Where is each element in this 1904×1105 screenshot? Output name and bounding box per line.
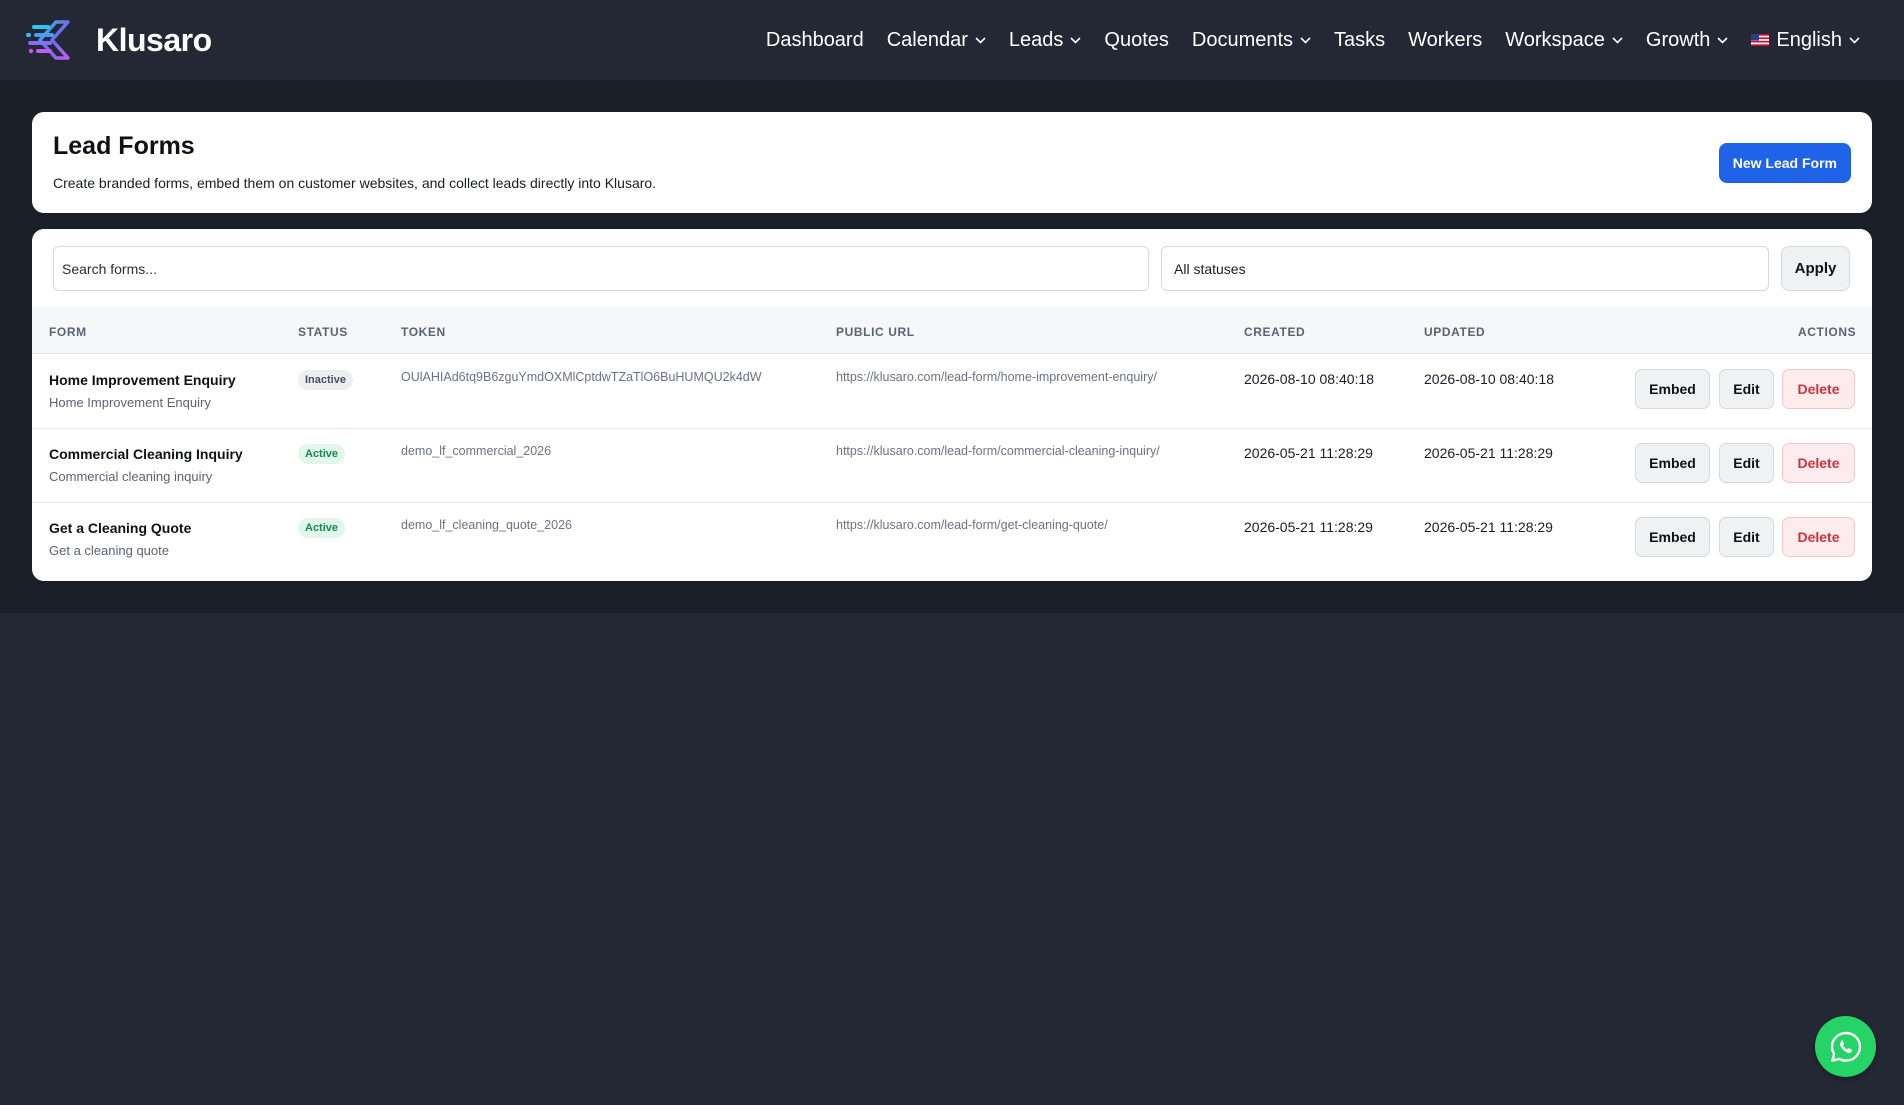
page-title: Lead Forms bbox=[53, 132, 195, 160]
status-filter-value: All statuses bbox=[1174, 260, 1246, 277]
form-subtitle: Commercial cleaning inquiry bbox=[49, 469, 213, 484]
nav-item-label: Dashboard bbox=[765, 28, 864, 51]
status-badge: Active bbox=[298, 518, 346, 538]
nav-item-label: Calendar bbox=[886, 28, 968, 51]
nav-item-label: Growth bbox=[1645, 28, 1711, 51]
column-header-token: TOKEN bbox=[401, 325, 446, 339]
public-url-link[interactable]: https://klusaro.com/lead-form/get-cleani… bbox=[836, 518, 1108, 532]
embed-button[interactable]: Embed bbox=[1635, 443, 1710, 483]
chevron-down-icon bbox=[1849, 36, 1860, 44]
nav-item-workers[interactable]: Workers bbox=[1408, 29, 1482, 52]
main-nav: Dashboard Calendar Leads Quotes Document… bbox=[766, 0, 1860, 80]
form-name: Commercial Cleaning Inquiry bbox=[49, 446, 243, 462]
status-filter-select[interactable]: All statuses bbox=[1161, 246, 1769, 291]
chevron-down-icon bbox=[1612, 36, 1623, 44]
status-badge: Active bbox=[298, 444, 346, 464]
column-header-actions: ACTIONS bbox=[1798, 325, 1857, 339]
nav-item-workspace[interactable]: Workspace bbox=[1505, 29, 1623, 52]
brand-logo[interactable]: Klusaro bbox=[26, 18, 212, 62]
delete-button[interactable]: Delete bbox=[1782, 443, 1855, 483]
column-header-created: CREATED bbox=[1244, 325, 1306, 339]
us-flag-icon bbox=[1751, 34, 1770, 46]
embed-button[interactable]: Embed bbox=[1635, 369, 1710, 409]
delete-button[interactable]: Delete bbox=[1782, 517, 1855, 557]
form-token: OUlAHIAd6tq9B6zguYmdOXMlCptdwTZaTlO6BuHU… bbox=[401, 370, 762, 384]
nav-item-growth[interactable]: Growth bbox=[1646, 29, 1728, 52]
column-header-updated: UPDATED bbox=[1424, 325, 1486, 339]
nav-item-label: Workspace bbox=[1505, 28, 1605, 51]
form-subtitle: Get a cleaning quote bbox=[49, 543, 169, 558]
nav-item-calendar[interactable]: Calendar bbox=[887, 29, 986, 52]
edit-button[interactable]: Edit bbox=[1719, 517, 1774, 557]
page-header-card: Lead Forms Create branded forms, embed t… bbox=[32, 112, 1872, 213]
whatsapp-chat-button[interactable] bbox=[1815, 1016, 1876, 1077]
language-selector[interactable]: English bbox=[1751, 29, 1860, 52]
created-date: 2026-05-21 11:28:29 bbox=[1244, 519, 1373, 535]
nav-item-tasks[interactable]: Tasks bbox=[1334, 29, 1385, 52]
language-label: English bbox=[1776, 28, 1842, 51]
form-subtitle: Home Improvement Enquiry bbox=[49, 395, 211, 410]
created-date: 2026-08-10 08:40:18 bbox=[1244, 371, 1374, 387]
public-url-link[interactable]: https://klusaro.com/lead-form/commercial… bbox=[836, 444, 1160, 458]
column-header-public-url: PUBLIC URL bbox=[836, 325, 915, 339]
delete-button[interactable]: Delete bbox=[1782, 369, 1855, 409]
table-row: Get a Cleaning Quote Get a cleaning quot… bbox=[32, 503, 1872, 577]
table-row: Home Improvement Enquiry Home Improvemen… bbox=[32, 355, 1872, 429]
klusaro-logo-icon bbox=[26, 20, 70, 60]
chevron-down-icon bbox=[1300, 36, 1311, 44]
form-token: demo_lf_cleaning_quote_2026 bbox=[401, 518, 572, 532]
nav-item-documents[interactable]: Documents bbox=[1192, 29, 1311, 52]
nav-item-label: Documents bbox=[1191, 28, 1294, 51]
column-header-form: FORM bbox=[49, 325, 87, 339]
table-header: FORM STATUS TOKEN PUBLIC URL CREATED UPD… bbox=[32, 307, 1872, 354]
new-lead-form-button[interactable]: New Lead Form bbox=[1718, 143, 1851, 183]
apply-button[interactable]: Apply bbox=[1781, 246, 1850, 291]
table-row: Commercial Cleaning Inquiry Commercial c… bbox=[32, 429, 1872, 503]
chevron-down-icon bbox=[1070, 36, 1081, 44]
edit-button[interactable]: Edit bbox=[1719, 443, 1774, 483]
form-name: Home Improvement Enquiry bbox=[49, 372, 236, 388]
nav-item-dashboard[interactable]: Dashboard bbox=[766, 29, 864, 52]
page-subtitle: Create branded forms, embed them on cust… bbox=[53, 175, 657, 191]
nav-item-label: Tasks bbox=[1334, 28, 1386, 51]
chevron-down-icon bbox=[1717, 36, 1728, 44]
brand-name: Klusaro bbox=[96, 21, 212, 58]
form-name: Get a Cleaning Quote bbox=[49, 520, 192, 536]
public-url-link[interactable]: https://klusaro.com/lead-form/home-impro… bbox=[836, 370, 1157, 384]
column-header-status: STATUS bbox=[298, 325, 348, 339]
nav-item-label: Leads bbox=[1008, 28, 1064, 51]
whatsapp-icon bbox=[1830, 1031, 1861, 1062]
nav-item-quotes[interactable]: Quotes bbox=[1104, 29, 1168, 52]
updated-date: 2026-05-21 11:28:29 bbox=[1424, 519, 1553, 535]
search-input[interactable] bbox=[53, 246, 1149, 291]
lead-forms-table-card: All statuses Apply FORM STATUS TOKEN PUB… bbox=[32, 229, 1872, 581]
embed-button[interactable]: Embed bbox=[1635, 517, 1710, 557]
edit-button[interactable]: Edit bbox=[1719, 369, 1774, 409]
updated-date: 2026-05-21 11:28:29 bbox=[1424, 445, 1553, 461]
status-badge: Inactive bbox=[298, 370, 353, 390]
top-navbar: Klusaro Dashboard Calendar Leads Quotes … bbox=[0, 0, 1904, 80]
nav-item-label: Workers bbox=[1408, 28, 1483, 51]
form-token: demo_lf_commercial_2026 bbox=[401, 444, 552, 458]
chevron-down-icon bbox=[975, 36, 986, 44]
nav-item-label: Quotes bbox=[1104, 28, 1169, 51]
updated-date: 2026-08-10 08:40:18 bbox=[1424, 371, 1554, 387]
created-date: 2026-05-21 11:28:29 bbox=[1244, 445, 1373, 461]
nav-item-leads[interactable]: Leads bbox=[1009, 29, 1082, 52]
